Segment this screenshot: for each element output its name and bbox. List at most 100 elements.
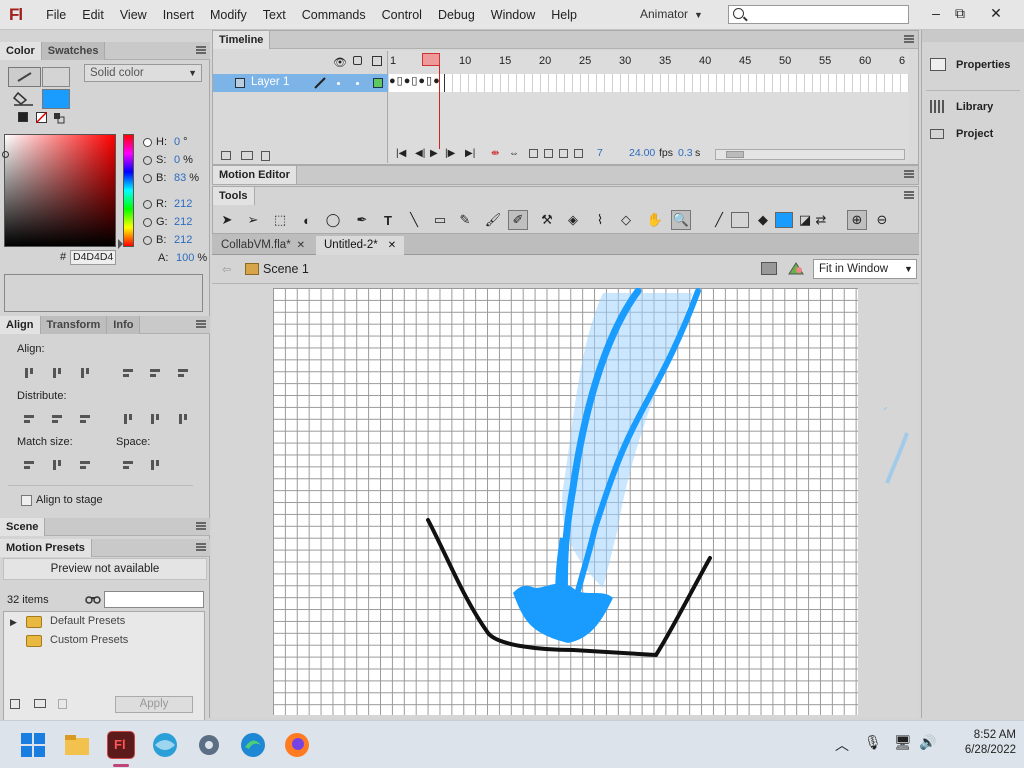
offstage-stroke[interactable] [877,403,917,493]
red-row[interactable]: R: 212 [143,195,209,213]
tab-collabvm-fla[interactable]: CollabVM.fla* ✕ [213,236,313,255]
new-preset-icon[interactable] [10,699,20,709]
panel-menu-icon[interactable] [904,35,914,43]
eyedropper-tool-icon[interactable]: ⌇ [590,210,610,230]
selection-tool-icon[interactable]: ➤ [217,210,237,230]
align-right-icon[interactable] [78,366,92,380]
distribute-bottom-icon[interactable] [78,412,92,426]
pen-tool-icon[interactable]: ✒ [352,210,372,230]
align-to-stage-checkbox[interactable] [21,495,32,506]
new-folder-icon[interactable] [241,151,253,160]
brightness-row[interactable]: B: 83% [143,169,209,187]
onion-outline-icon[interactable] [544,149,553,158]
panel-menu-icon[interactable] [904,191,914,199]
drawing[interactable] [273,288,858,715]
green-row[interactable]: G: 212 [143,213,209,231]
center-frame-icon[interactable]: ⇼ [491,148,499,159]
bone-tool-icon[interactable]: ⚒ [537,210,557,230]
panel-menu-icon[interactable] [196,522,206,530]
match-both-icon[interactable] [78,458,92,472]
tab-timeline[interactable]: Timeline [213,30,271,49]
close-tab-icon[interactable]: ✕ [297,240,305,251]
panel-menu-icon[interactable] [904,170,914,178]
subselection-tool-icon[interactable]: ➢ [243,210,263,230]
step-back-icon[interactable]: ◀| [415,148,425,159]
play-icon[interactable]: ▶ [430,148,438,159]
space-evenly-horizontal-icon[interactable] [148,458,162,472]
distribute-right-icon[interactable] [176,412,190,426]
text-tool-icon[interactable]: T [378,210,398,230]
properties-panel-button[interactable]: Properties [930,58,1010,71]
eraser-tool-icon[interactable]: ◇ [616,210,636,230]
match-width-icon[interactable] [22,458,36,472]
network-icon[interactable]: 🖥 [894,734,912,751]
tab-motion-presets[interactable]: Motion Presets [0,538,92,557]
menu-view[interactable]: View [112,8,155,22]
preset-search-input[interactable] [104,591,204,608]
fill-color-swatch[interactable] [42,89,70,109]
expand-arrow-icon[interactable]: ▶ [10,617,17,628]
stroke-color-swatch[interactable] [731,212,749,228]
hand-tool-icon[interactable]: ✋ [645,210,665,230]
stage-canvas[interactable] [273,288,858,715]
close-tab-icon[interactable]: ✕ [388,240,396,251]
align-top-icon[interactable] [121,366,135,380]
blue-row[interactable]: B: 212 [143,231,209,249]
tab-motion-editor[interactable]: Motion Editor [213,166,297,184]
lock-icon[interactable] [353,56,362,65]
elapsed-time[interactable]: 0.3 [678,147,693,159]
edit-multiple-icon[interactable] [559,149,568,158]
red-value[interactable]: 212 [174,198,192,210]
green-value[interactable]: 212 [174,216,192,228]
distribute-left-icon[interactable] [121,412,135,426]
microphone-icon[interactable]: 🎙 [864,734,882,751]
pasteboard[interactable] [212,285,919,718]
clock[interactable]: 8:52 AM 6/28/2022 [946,729,1016,756]
align-v-center-icon[interactable] [148,366,162,380]
tab-align[interactable]: Align [0,315,41,334]
tab-swatches[interactable]: Swatches [41,41,106,60]
hue-slider-handle[interactable] [118,239,123,249]
hue-row[interactable]: H: 0 ° [143,133,209,151]
alpha-row[interactable]: A: 100% [143,249,209,267]
hue-slider[interactable] [123,134,134,247]
timeline-scrollbar[interactable] [715,149,905,160]
tab-transform[interactable]: Transform [40,315,108,334]
stroke-tool-button[interactable] [8,67,41,87]
layer-color-swatch[interactable] [373,78,383,88]
fill-color-icon[interactable]: ◆ [753,210,773,230]
align-bottom-icon[interactable] [176,366,190,380]
menu-insert[interactable]: Insert [155,8,202,22]
frame-rate-value[interactable]: 24.00 [629,147,655,159]
current-frame[interactable]: 7 [597,147,603,159]
go-to-first-icon[interactable]: |◀ [396,148,406,159]
tab-color[interactable]: Color [0,41,42,60]
menu-control[interactable]: Control [374,8,430,22]
zoom-select[interactable]: Fit in Window ▼ [813,259,917,279]
delete-layer-icon[interactable] [261,151,270,161]
apply-button[interactable]: Apply [115,696,193,713]
brightness-value[interactable]: 83 [174,172,186,184]
hue-value[interactable]: 0 [174,136,180,148]
new-layer-icon[interactable] [221,151,231,160]
layer-row[interactable]: Layer 1 [213,74,388,92]
tab-info[interactable]: Info [107,315,141,334]
panel-menu-icon[interactable] [196,46,206,54]
stroke-color-icon[interactable]: ╱ [709,210,729,230]
edit-scene-icon[interactable] [761,262,777,275]
help-search-input[interactable] [728,5,909,24]
brush-tool-icon[interactable]: 🖌 [483,210,503,230]
scrollbar-thumb[interactable] [726,151,744,158]
back-arrow-icon[interactable]: ⇦ [222,263,231,276]
preset-folder-default[interactable]: Default Presets [50,615,125,627]
library-panel-button[interactable]: Library [930,100,993,113]
start-icon[interactable] [19,731,47,759]
align-left-icon[interactable] [22,366,36,380]
collaboration-app-icon[interactable] [151,731,179,759]
animate-app-icon[interactable]: Fl [107,731,135,759]
layer-frames[interactable]: ●▯●▯●▯● [389,74,909,92]
rectangle-tool-icon[interactable]: ▭ [430,210,450,230]
project-panel-button[interactable]: Project [930,128,993,140]
match-height-icon[interactable] [50,458,64,472]
loop-icon[interactable]: ⇔ [509,148,519,159]
